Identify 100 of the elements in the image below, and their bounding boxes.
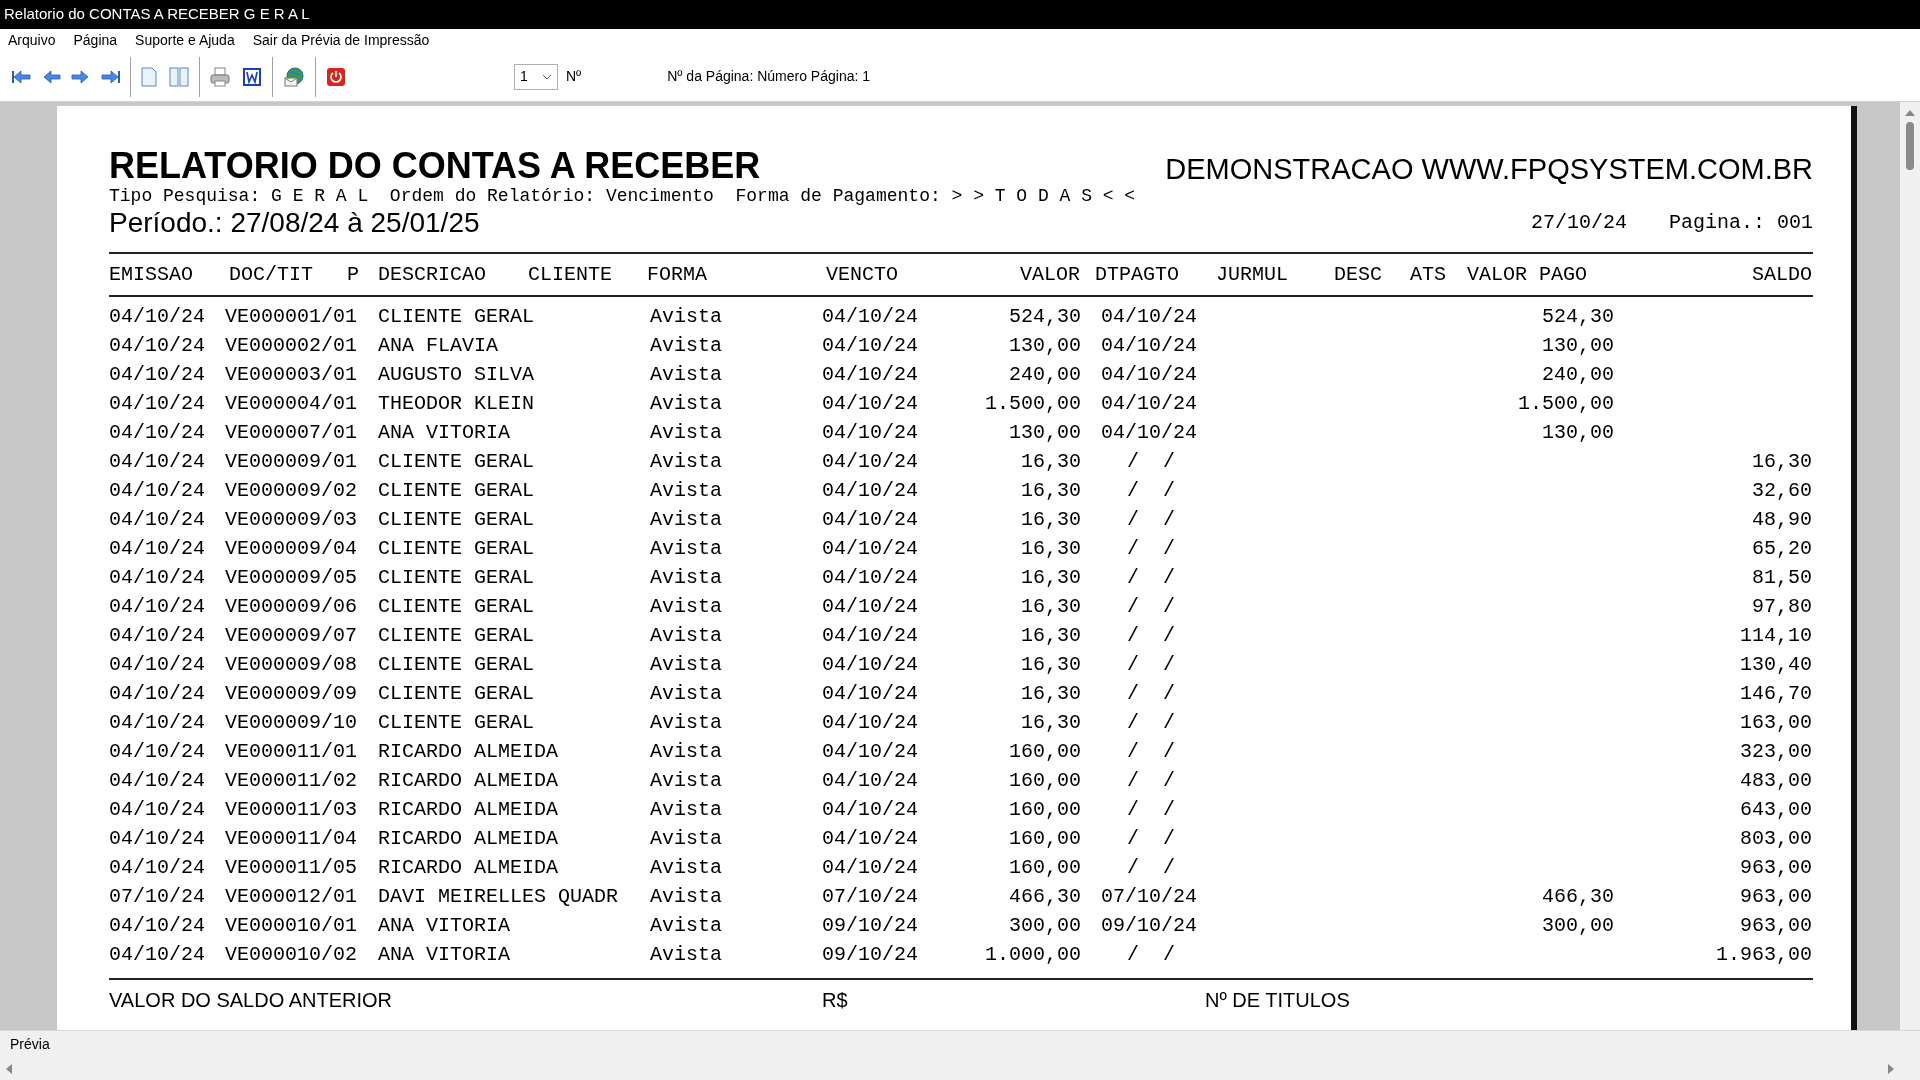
table-cell: VE000003/01: [225, 362, 358, 386]
table-cell: Avista: [650, 884, 722, 908]
menu-item[interactable]: Sair da Prévia de Impressão: [244, 30, 438, 51]
previous-page-icon[interactable]: [41, 69, 61, 84]
table-cell: CLIENTE GERAL: [378, 710, 535, 734]
table-cell: / /: [1127, 478, 1175, 502]
power-icon[interactable]: [326, 66, 346, 87]
first-page-icon[interactable]: [11, 69, 31, 84]
table-cell: 32,60: [1752, 478, 1812, 502]
window-title: Relatorio do CONTAS A RECEBER G E R A L: [4, 4, 310, 25]
column-header: DESCRICAO: [378, 262, 487, 286]
table-cell: 160,00: [1009, 797, 1081, 821]
table-cell: CLIENTE GERAL: [378, 536, 535, 560]
menu-item[interactable]: Arquivo: [0, 30, 64, 51]
table-cell: 04/10/24: [822, 536, 918, 560]
table-cell: / /: [1127, 565, 1175, 589]
table-cell: Avista: [650, 449, 722, 473]
table-cell: Avista: [650, 710, 722, 734]
table-cell: THEODOR KLEIN: [378, 391, 535, 415]
table-cell: 300,00: [1009, 913, 1081, 937]
table-cell: Avista: [650, 855, 722, 879]
table-cell: 04/10/24: [822, 623, 918, 647]
table-cell: VE000012/01: [225, 884, 358, 908]
table-cell: 97,80: [1752, 594, 1812, 618]
table-cell: CLIENTE GERAL: [378, 565, 535, 589]
last-page-icon[interactable]: [101, 69, 121, 84]
company-name: DEMONSTRACAO WWW.FPQSYSTEM.COM.BR: [1165, 152, 1813, 186]
table-cell: 04/10/24: [109, 942, 205, 966]
table-cell: 16,30: [1021, 449, 1081, 473]
word-document-icon[interactable]: [242, 66, 262, 87]
table-cell: VE000011/01: [225, 739, 358, 763]
table-cell: CLIENTE GERAL: [378, 449, 535, 473]
table-cell: / /: [1127, 652, 1175, 676]
column-header: VALOR PAGO: [1467, 262, 1588, 286]
table-cell: 963,00: [1740, 913, 1812, 937]
table-cell: 04/10/24: [109, 826, 205, 850]
table-cell: 1.500,00: [1518, 391, 1614, 415]
table-cell: 16,30: [1021, 710, 1081, 734]
printer-icon[interactable]: [210, 66, 230, 87]
table-cell: 963,00: [1740, 855, 1812, 879]
menu-item[interactable]: Página: [65, 30, 126, 51]
table-cell: RICARDO ALMEIDA: [378, 855, 559, 879]
two-pages-icon[interactable]: [169, 66, 189, 87]
table-cell: 04/10/24: [109, 478, 205, 502]
table-cell: 04/10/24: [109, 391, 205, 415]
table-cell: ANA VITORIA: [378, 420, 511, 444]
table-cell: Avista: [650, 623, 722, 647]
column-header: P: [347, 262, 359, 286]
table-cell: Avista: [650, 768, 722, 792]
table-cell: VE000009/07: [225, 623, 358, 647]
page-select[interactable]: 1: [514, 63, 558, 90]
table-cell: Avista: [650, 652, 722, 676]
table-cell: 04/10/24: [109, 855, 205, 879]
table-cell: 130,00: [1542, 333, 1614, 357]
column-header: DTPAGTO: [1095, 262, 1179, 286]
table-cell: 160,00: [1009, 826, 1081, 850]
table-cell: 04/10/24: [1101, 362, 1197, 386]
table-cell: ANA VITORIA: [378, 942, 511, 966]
table-cell: 04/10/24: [109, 449, 205, 473]
table-cell: 16,30: [1021, 536, 1081, 560]
next-page-icon[interactable]: [71, 69, 91, 84]
table-cell: / /: [1127, 710, 1175, 734]
table-cell: 04/10/24: [822, 362, 918, 386]
table-cell: Avista: [650, 478, 722, 502]
table-cell: Avista: [650, 913, 722, 937]
table-cell: 04/10/24: [822, 507, 918, 531]
table-cell: 04/10/24: [109, 333, 205, 357]
table-cell: 04/10/24: [1101, 391, 1197, 415]
table-cell: Avista: [650, 536, 722, 560]
table-cell: CLIENTE GERAL: [378, 304, 535, 328]
table-cell: 803,00: [1740, 826, 1812, 850]
table-cell: 1.963,00: [1716, 942, 1812, 966]
page-number: Pagina.: 001: [1668, 210, 1813, 236]
table-cell: 466,30: [1542, 884, 1614, 908]
table-cell: VE000004/01: [225, 391, 358, 415]
table-cell: 04/10/24: [109, 681, 205, 705]
table-cell: 04/10/24: [109, 507, 205, 531]
scroll-thumb[interactable]: [1906, 122, 1914, 170]
table-cell: 04/10/24: [109, 536, 205, 560]
table-cell: 16,30: [1021, 681, 1081, 705]
menu-item[interactable]: Suporte e Ajuda: [127, 30, 243, 51]
table-cell: 04/10/24: [109, 797, 205, 821]
table-cell: 04/10/24: [1101, 304, 1197, 328]
table-cell: 48,90: [1752, 507, 1812, 531]
globe-mail-icon[interactable]: [283, 65, 305, 88]
scroll-up-icon[interactable]: [1905, 110, 1915, 116]
column-header: JURMUL: [1216, 262, 1288, 286]
table-cell: 04/10/24: [822, 565, 918, 589]
table-cell: 16,30: [1021, 565, 1081, 589]
table-cell: / /: [1127, 507, 1175, 531]
table-cell: / /: [1127, 623, 1175, 647]
table-cell: Avista: [650, 739, 722, 763]
table-cell: VE000009/10: [225, 710, 358, 734]
table-cell: 09/10/24: [822, 913, 918, 937]
table-cell: 524,30: [1009, 304, 1081, 328]
single-page-icon[interactable]: [141, 66, 157, 87]
table-cell: 323,00: [1740, 739, 1812, 763]
table-cell: / /: [1127, 681, 1175, 705]
table-cell: Avista: [650, 333, 722, 357]
table-cell: 04/10/24: [109, 710, 205, 734]
